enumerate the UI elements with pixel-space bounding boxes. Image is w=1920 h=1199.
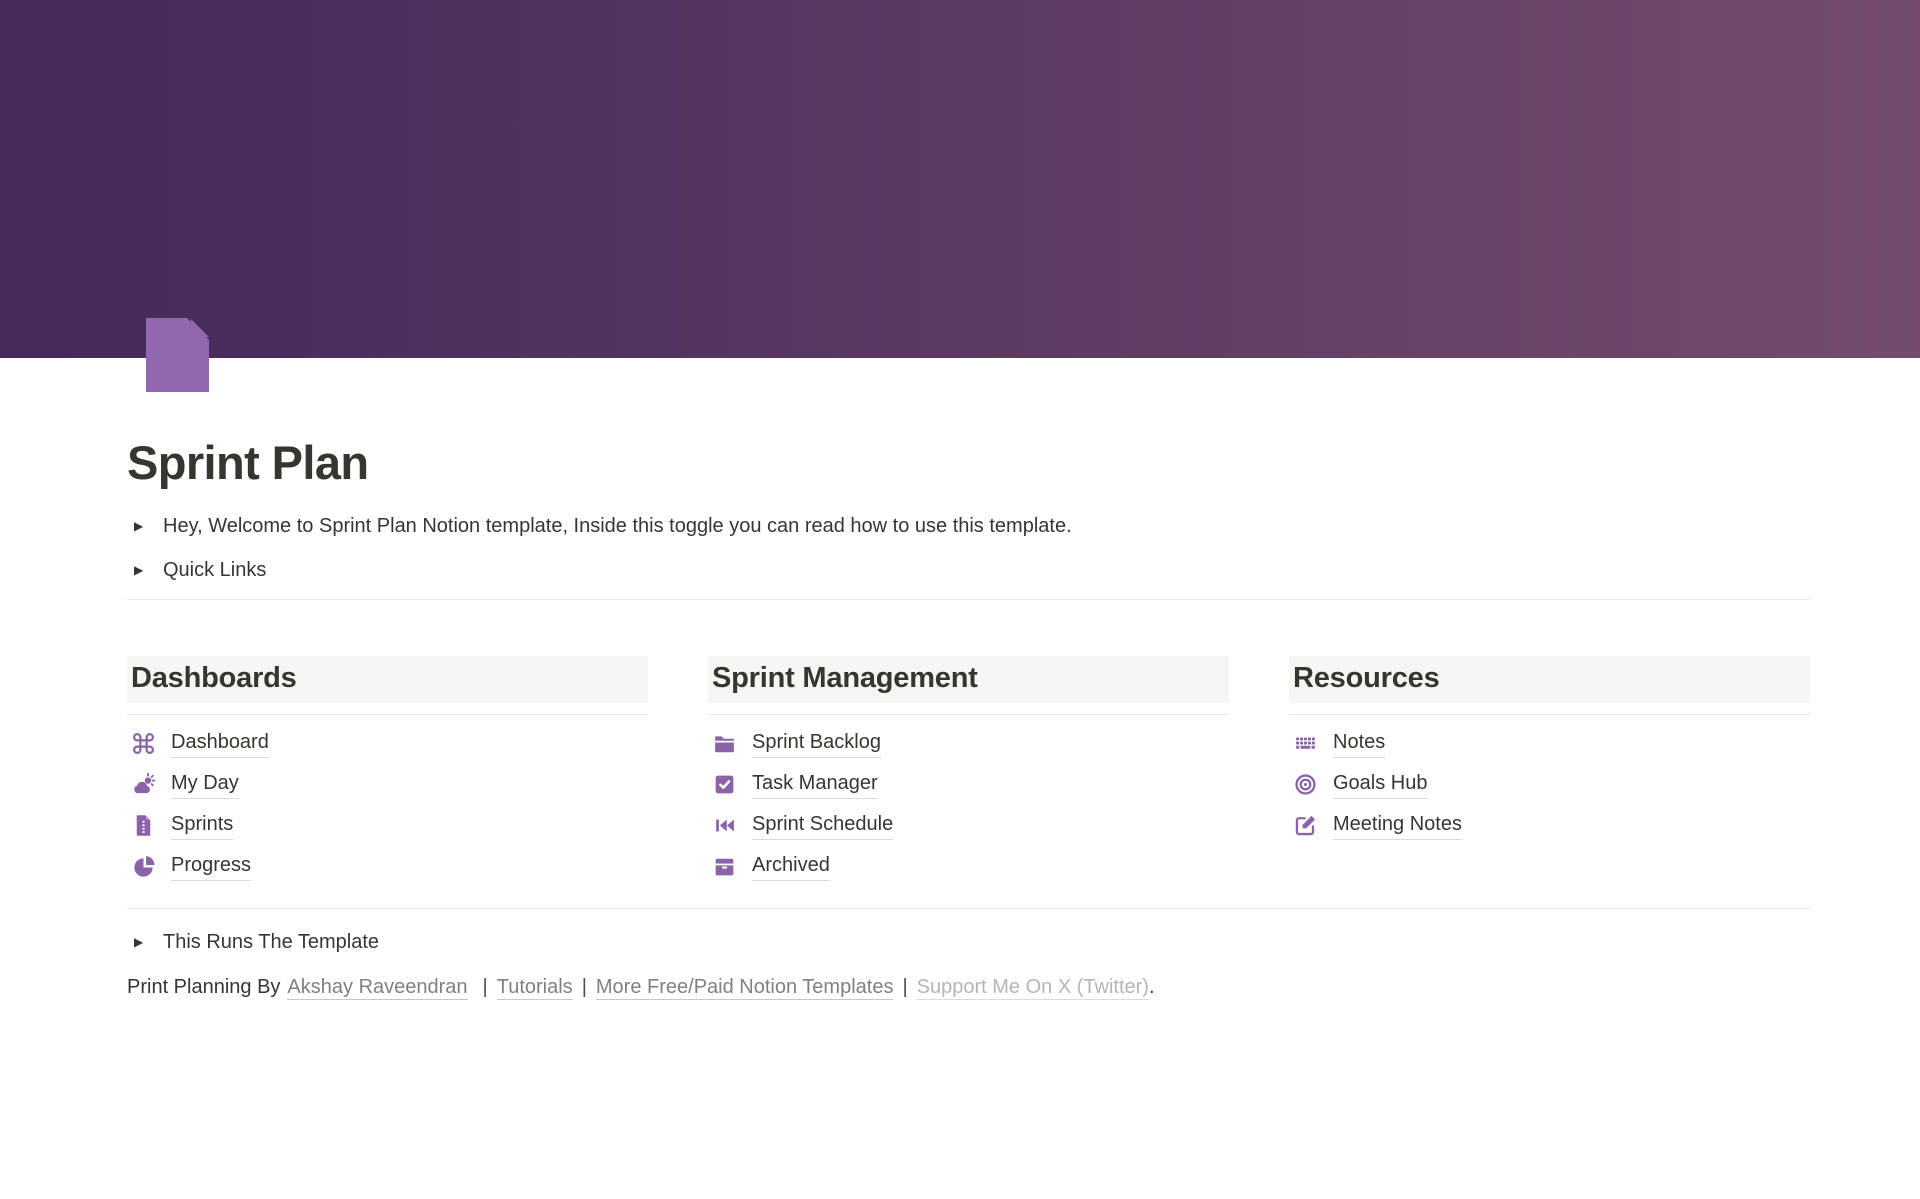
pie-chart-icon [131, 854, 156, 879]
page-link-label: Sprint Schedule [752, 811, 893, 840]
checked-checkbox-icon [712, 772, 737, 797]
separator: | [902, 976, 907, 998]
divider [127, 714, 648, 715]
page-icon-button[interactable] [146, 318, 209, 392]
toggle-runs-template-label: This Runs The Template [163, 927, 379, 957]
page-link-label: Progress [171, 852, 251, 881]
page-link-label: Goals Hub [1333, 770, 1428, 799]
divider [1289, 714, 1810, 715]
page-link-label: Archived [752, 852, 830, 881]
page-link-goals-hub[interactable]: Goals Hub [1289, 764, 1810, 805]
toggle-quick-links-label: Quick Links [163, 555, 266, 585]
edit-icon [1293, 813, 1318, 838]
footer-link-more-templates[interactable]: More Free/Paid Notion Templates [596, 976, 894, 1000]
target-icon [1293, 772, 1318, 797]
divider [127, 908, 1810, 909]
footer-link-author[interactable]: Akshay Raveendran [287, 976, 467, 1000]
linked-pages-columns: Dashboards Dashboard [127, 656, 1810, 887]
page-content: Sprint Plan ▶ Hey, Welcome to Sprint Pla… [0, 358, 1920, 1002]
toggle-caret-icon[interactable]: ▶ [127, 933, 155, 951]
page-link-sprint-backlog[interactable]: Sprint Backlog [708, 723, 1229, 764]
page-link-label: Meeting Notes [1333, 811, 1462, 840]
page-link-archived[interactable]: Archived [708, 846, 1229, 887]
page-link-label: Task Manager [752, 770, 878, 799]
archive-icon [712, 854, 737, 879]
toggle-caret-icon[interactable]: ▶ [127, 517, 155, 535]
toggle-runs-template[interactable]: ▶ This Runs The Template [127, 925, 1810, 959]
sun-cloud-icon [131, 772, 156, 797]
column-dashboards: Dashboards Dashboard [127, 656, 648, 887]
page-link-label: Sprints [171, 811, 233, 840]
page-link-label: My Day [171, 770, 239, 799]
document-lines-icon [131, 813, 156, 838]
page-link-dashboard[interactable]: Dashboard [127, 723, 648, 764]
footer-prefix-text: Print Planning By [127, 976, 280, 998]
section-header-sprint-management: Sprint Management [708, 656, 1229, 703]
toggle-caret-icon[interactable]: ▶ [127, 561, 155, 579]
toggle-welcome-label: Hey, Welcome to Sprint Plan Notion templ… [163, 511, 1072, 541]
divider [708, 714, 1229, 715]
page-link-notes[interactable]: Notes [1289, 723, 1810, 764]
page-link-sprint-schedule[interactable]: Sprint Schedule [708, 805, 1229, 846]
keyboard-icon [1293, 731, 1318, 756]
page-link-label: Sprint Backlog [752, 729, 881, 758]
footer-credits: Print Planning By Akshay Raveendran | Tutor… [127, 972, 1810, 1002]
separator: | [582, 976, 587, 998]
footer-link-tutorials[interactable]: Tutorials [497, 976, 573, 1000]
command-icon [131, 731, 156, 756]
folder-icon [712, 731, 737, 756]
toggle-quick-links[interactable]: ▶ Quick Links [127, 553, 1810, 587]
column-sprint-management: Sprint Management Sprint Backlog Task Ma… [708, 656, 1229, 887]
page-link-task-manager[interactable]: Task Manager [708, 764, 1229, 805]
page-link-meeting-notes[interactable]: Meeting Notes [1289, 805, 1810, 846]
footer-link-twitter[interactable]: Support Me On X (Twitter) [917, 976, 1149, 1000]
document-icon [146, 318, 209, 392]
footer-suffix-text: . [1149, 976, 1155, 998]
page-link-progress[interactable]: Progress [127, 846, 648, 887]
toggle-welcome[interactable]: ▶ Hey, Welcome to Sprint Plan Notion tem… [127, 509, 1810, 543]
page-link-sprints[interactable]: Sprints [127, 805, 648, 846]
page-link-label: Notes [1333, 729, 1385, 758]
section-header-dashboards: Dashboards [127, 656, 648, 703]
section-header-resources: Resources [1289, 656, 1810, 703]
page-title[interactable]: Sprint Plan [127, 358, 1810, 493]
page-cover [0, 0, 1920, 358]
column-resources: Resources [1289, 656, 1810, 887]
skip-back-icon [712, 813, 737, 838]
page-link-label: Dashboard [171, 729, 269, 758]
page-link-my-day[interactable]: My Day [127, 764, 648, 805]
divider [127, 599, 1810, 600]
separator: | [483, 976, 488, 998]
